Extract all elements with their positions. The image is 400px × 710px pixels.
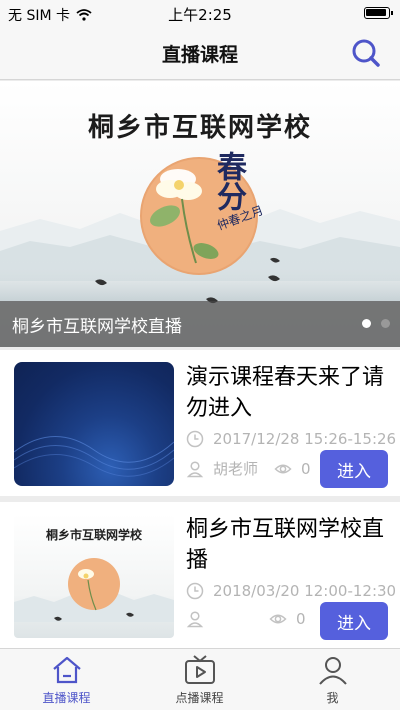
thumbnail-heading: 桐乡市互联网学校 — [45, 528, 142, 542]
seal-text-main: 春分 — [211, 151, 246, 211]
tab-bar: 直播课程 点播课程 我 — [0, 648, 400, 710]
teacher-icon — [186, 460, 204, 477]
course-title: 演示课程春天来了请勿进入 — [186, 365, 385, 421]
tv-play-icon — [184, 655, 215, 684]
clock-icon — [186, 430, 204, 448]
course-time: 2018/03/20 12:00-12:30 — [213, 582, 397, 600]
course-meta-row: 0 — [186, 610, 306, 628]
teacher-icon — [186, 611, 204, 628]
tab-live-courses[interactable]: 直播课程 — [0, 655, 133, 709]
clock: 上午2:25 — [168, 6, 232, 24]
search-icon[interactable] — [350, 37, 382, 69]
tab-vod-courses[interactable]: 点播课程 — [133, 655, 266, 709]
enter-button[interactable]: 进入 — [320, 450, 388, 488]
banner-carousel[interactable]: 桐乡市互联网学校 春分 仲春之月 桐乡市互联网学校直播 — [0, 81, 400, 347]
navigation-bar: 直播课程 — [0, 26, 400, 80]
banner-caption: 桐乡市互联网学校直播 — [12, 317, 182, 337]
course-time-row: 2018/03/20 12:00-12:30 — [186, 582, 396, 600]
tab-label: 点播课程 — [175, 691, 224, 705]
course-card[interactable]: 演示课程春天来了请勿进入 2017/12/28 15:26-15:26 胡老师 … — [0, 350, 400, 496]
course-thumbnail: 桐乡市互联网学校 — [14, 514, 174, 638]
view-count: 0 — [296, 610, 306, 628]
status-bar: 无 SIM 卡 上午2:25 — [0, 0, 400, 26]
banner-caption-bar: 桐乡市互联网学校直播 — [0, 301, 400, 347]
eye-icon — [269, 614, 287, 624]
user-icon — [318, 657, 347, 685]
carousel-dot-2[interactable] — [381, 319, 390, 328]
course-time: 2017/12/28 15:26-15:26 — [213, 430, 397, 448]
eye-icon — [274, 464, 292, 473]
course-card[interactable]: 桐乡市互联网学校 桐乡市互联网学校直播 2018/03/20 12:00-12:… — [0, 502, 400, 648]
carousel-dot-1[interactable] — [362, 319, 371, 328]
tab-label: 我 — [326, 691, 339, 705]
banner-heading: 桐乡市互联网学校 — [87, 113, 312, 143]
tab-me[interactable]: 我 — [266, 655, 399, 709]
course-meta-row: 胡老师 0 — [186, 458, 311, 479]
carousel-indicator — [362, 319, 390, 328]
view-count: 0 — [301, 459, 311, 478]
course-title: 桐乡市互联网学校直播 — [186, 517, 385, 573]
enter-button[interactable]: 进入 — [320, 602, 388, 640]
clock-icon — [186, 582, 204, 600]
teacher-name: 胡老师 — [213, 460, 259, 478]
tab-label: 直播课程 — [42, 691, 91, 705]
home-icon — [52, 656, 81, 684]
course-thumbnail — [14, 362, 174, 486]
battery-icon — [364, 7, 393, 19]
course-time-row: 2017/12/28 15:26-15:26 — [186, 430, 396, 448]
page-title: 直播课程 — [161, 44, 238, 66]
wave-pattern — [14, 436, 174, 477]
